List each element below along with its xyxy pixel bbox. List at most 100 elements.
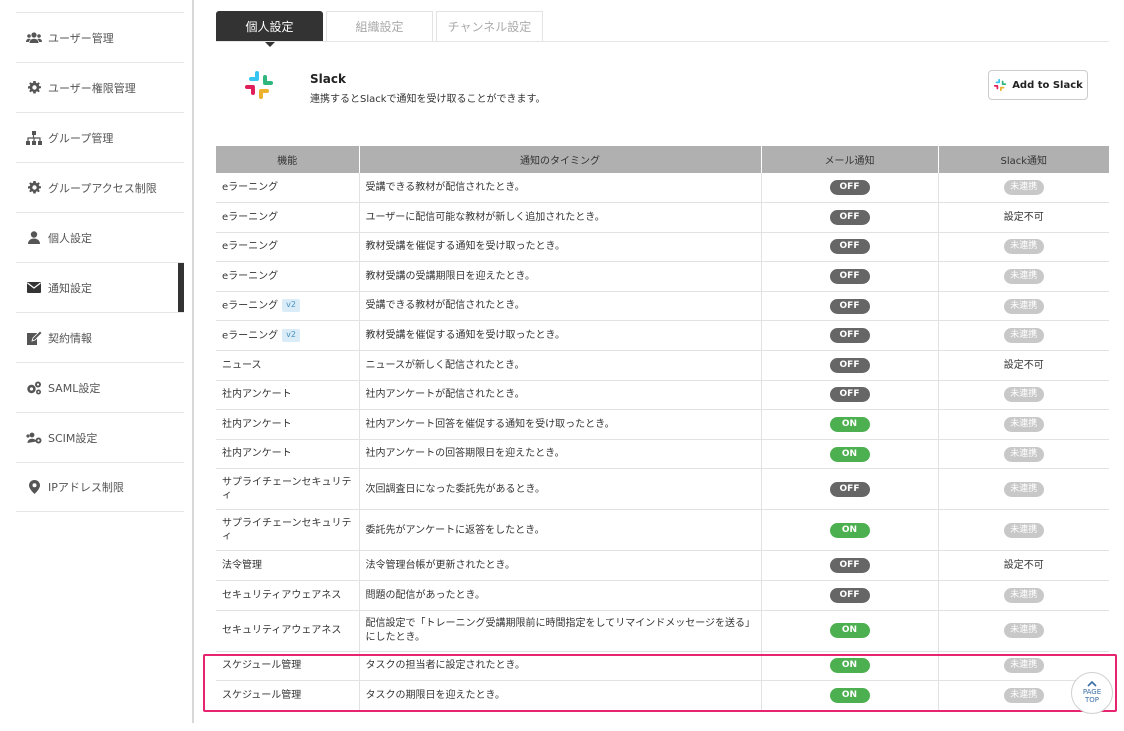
users-icon [26, 30, 42, 46]
mail-toggle[interactable]: OFF [829, 298, 870, 314]
timing-cell: 教材受講を催促する通知を受け取ったとき。 [359, 232, 762, 263]
mail-toggle[interactable]: OFF [829, 239, 870, 255]
table-row: eラーニング v2 教材受講を催促する通知を受け取ったとき。 OFF 未連携 [216, 320, 1109, 352]
sidebar-item-contract[interactable]: 契約情報 [16, 312, 184, 362]
slack-icon [994, 78, 1007, 92]
sidebar-item-notifications[interactable]: 通知設定 [16, 262, 184, 313]
version-badge: v2 [282, 299, 300, 313]
feature-cell: スケジュール管理 [216, 680, 360, 711]
sidebar-item-ip-restriction[interactable]: IPアドレス制限 [16, 462, 184, 512]
gears-icon [26, 380, 42, 396]
slack-cell: 未連携 [938, 580, 1109, 611]
feature-cell: 社内アンケート [216, 439, 360, 470]
timing-cell: ユーザーに配信可能な教材が新しく追加されたとき。 [359, 202, 762, 233]
gear-icon [26, 80, 42, 96]
feature-name: 法令管理 [222, 559, 262, 571]
table-row: サプライチェーンセキュリティ 委託先がアンケートに返答をしたとき。 ON 未連携 [216, 509, 1109, 552]
page-top-button[interactable]: PAGE TOP [1071, 672, 1113, 714]
tab-bar: 個人設定 組織設定 チャンネル設定 [216, 11, 546, 47]
timing-cell: ニュースが新しく配信されたとき。 [359, 350, 762, 381]
sidebar-item-group-access[interactable]: グループアクセス制限 [16, 162, 184, 212]
mail-toggle[interactable]: ON [829, 417, 870, 433]
slack-cell: 未連携 [938, 439, 1109, 470]
mail-cell: OFF [761, 291, 939, 322]
timing-cell: 問題の配信があったとき。 [359, 580, 762, 611]
feature-cell: セキュリティアウェアネス [216, 610, 360, 652]
slack-unlinked-badge: 未連携 [1003, 481, 1044, 497]
sidebar-item-personal[interactable]: 個人設定 [16, 212, 184, 262]
mail-toggle[interactable]: ON [829, 623, 870, 639]
gear-icon [26, 180, 42, 196]
timing-cell: 法令管理台帳が更新されたとき。 [359, 550, 762, 582]
column-header-timing: 通知のタイミング [359, 146, 762, 173]
feature-name: 社内アンケート [222, 448, 292, 460]
mail-cell: OFF [761, 202, 939, 233]
feature-name: スケジュール管理 [222, 689, 302, 701]
mail-toggle[interactable]: OFF [829, 387, 870, 403]
slack-unlinked-badge: 未連携 [1003, 239, 1044, 255]
sidebar-item-users[interactable]: ユーザー管理 [16, 12, 184, 62]
mail-cell: OFF [761, 468, 939, 511]
mail-cell: OFF [761, 232, 939, 263]
sidebar-item-label: SCIM設定 [48, 431, 98, 445]
sidebar-item-saml[interactable]: SAML設定 [16, 362, 184, 412]
table-row: eラーニング 教材受講の受講期限日を迎えたとき。 OFF 未連携 [216, 261, 1109, 292]
table-header-row: 機能 通知のタイミング メール通知 Slack通知 [216, 146, 1109, 173]
sidebar-item-label: グループ管理 [48, 131, 114, 145]
feature-cell: eラーニング [216, 173, 360, 204]
mail-cell: ON [761, 409, 939, 440]
slack-unlinked-badge: 未連携 [1003, 587, 1044, 603]
slack-cell: 未連携 [938, 261, 1109, 292]
tab-organization-settings[interactable]: 組織設定 [326, 11, 433, 41]
slack-cell: 未連携 [938, 509, 1109, 552]
table-row: セキュリティアウェアネス 問題の配信があったとき。 OFF 未連携 [216, 580, 1109, 611]
slack-unavailable-text: 設定不可 [1003, 559, 1044, 571]
mail-toggle[interactable]: OFF [829, 328, 870, 344]
feature-name: eラーニング [222, 270, 279, 282]
feature-cell: eラーニング [216, 261, 360, 292]
slack-cell: 未連携 [938, 291, 1109, 322]
column-header-mail: メール通知 [761, 146, 939, 173]
table-row: セキュリティアウェアネス 配信設定で「トレーニング受講期限前に時間指定をしてリマイ… [216, 610, 1109, 652]
timing-cell: 社内アンケートの回答期限日を迎えたとき。 [359, 439, 762, 470]
mail-cell: OFF [761, 173, 939, 204]
mail-cell: OFF [761, 580, 939, 611]
mail-toggle[interactable]: OFF [829, 209, 870, 225]
mail-cell: OFF [761, 550, 939, 582]
slack-unlinked-badge: 未連携 [1003, 269, 1044, 285]
feature-name: eラーニング [222, 300, 279, 312]
slack-unlinked-badge: 未連携 [1003, 298, 1044, 314]
feature-name: セキュリティアウェアネス [222, 624, 342, 636]
slack-unavailable-text: 設定不可 [1003, 359, 1044, 371]
table-row: スケジュール管理 タスクの期限日を迎えたとき。 ON 未連携 [216, 680, 1109, 711]
mail-toggle[interactable]: OFF [829, 481, 870, 497]
feature-cell: eラーニング v2 [216, 291, 360, 322]
sidebar-item-groups[interactable]: グループ管理 [16, 112, 184, 162]
mail-toggle[interactable]: ON [829, 522, 870, 538]
mail-toggle[interactable]: OFF [829, 357, 870, 373]
mail-toggle[interactable]: OFF [829, 587, 870, 603]
add-to-slack-button[interactable]: Add to Slack [988, 70, 1088, 100]
mail-toggle[interactable]: OFF [829, 269, 870, 285]
user-icon [26, 230, 42, 246]
table-row: 社内アンケート 社内アンケートの回答期限日を迎えたとき。 ON 未連携 [216, 439, 1109, 470]
feature-cell: 社内アンケート [216, 380, 360, 411]
mail-toggle[interactable]: ON [829, 446, 870, 462]
mail-toggle[interactable]: OFF [829, 558, 870, 574]
tab-personal-settings[interactable]: 個人設定 [216, 11, 323, 47]
timing-cell: 教材受講の受講期限日を迎えたとき。 [359, 261, 762, 292]
slack-unlinked-badge: 未連携 [1003, 387, 1044, 403]
table-body: eラーニング 受講できる教材が配信されたとき。 OFF 未連携 eラーニング ユーザーに配… [216, 173, 1109, 711]
mail-toggle[interactable]: ON [829, 658, 870, 674]
tab-channel-settings[interactable]: チャンネル設定 [436, 11, 543, 41]
slack-cell: 未連携 [938, 173, 1109, 204]
slack-unlinked-badge: 未連携 [1003, 688, 1044, 704]
sitemap-icon [26, 130, 42, 146]
mail-toggle[interactable]: OFF [829, 180, 870, 196]
timing-cell: 次回調査日になった委託先があるとき。 [359, 468, 762, 511]
mail-toggle[interactable]: ON [829, 688, 870, 704]
sidebar-item-user-permissions[interactable]: ユーザー権限管理 [16, 62, 184, 112]
slack-cell: 未連携 [938, 232, 1109, 263]
sidebar-item-scim[interactable]: SCIM設定 [16, 412, 184, 462]
sidebar: ユーザー管理 ユーザー権限管理 グループ管理 グループアクセス制限 個人設定 通… [16, 12, 184, 512]
